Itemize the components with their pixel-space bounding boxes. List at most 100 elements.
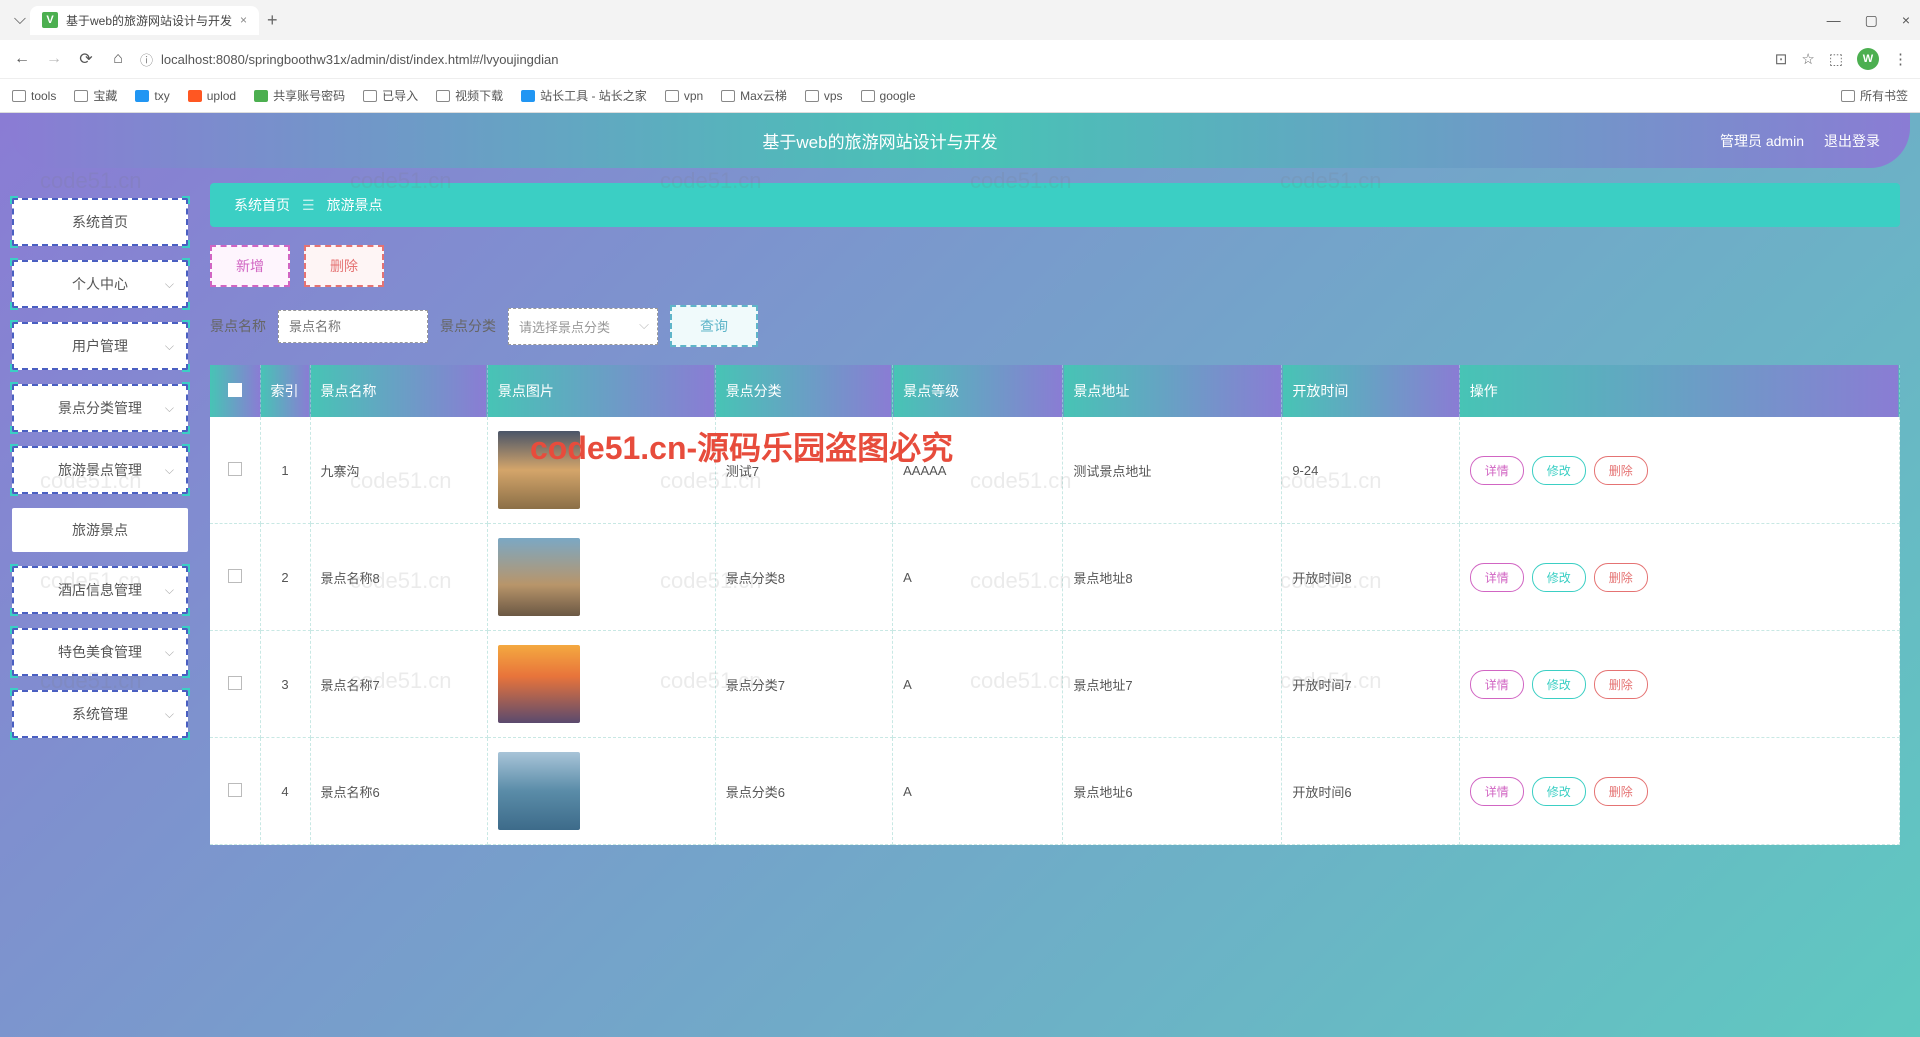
modify-button[interactable]: 修改 <box>1532 456 1586 485</box>
sidebar-item-4[interactable]: 旅游景点管理 <box>12 446 188 494</box>
row-checkbox[interactable] <box>228 462 242 476</box>
bookmark-vps[interactable]: vps <box>805 89 843 103</box>
thumbnail-image[interactable] <box>498 645 580 723</box>
bookmark-max[interactable]: Max云梯 <box>721 87 787 104</box>
home-icon[interactable]: ⌂ <box>108 50 128 68</box>
row-delete-button[interactable]: 删除 <box>1594 563 1648 592</box>
action-bar: 新增 删除 <box>210 245 1900 287</box>
checkbox-icon[interactable] <box>228 383 242 397</box>
cell-category: 测试7 <box>715 417 892 524</box>
app-title: 基于web的旅游网站设计与开发 <box>40 128 1720 153</box>
col-image: 景点图片 <box>487 365 715 417</box>
user-info: 管理员 admin <box>1720 131 1804 151</box>
breadcrumb-home[interactable]: 系统首页 <box>234 195 290 215</box>
table-row: 2景点名称8景点分类8A景点地址8开放时间8详情修改删除 <box>210 524 1900 631</box>
sidebar-item-1[interactable]: 个人中心 <box>12 260 188 308</box>
bookmark-google[interactable]: google <box>861 89 916 103</box>
logout-button[interactable]: 退出登录 <box>1824 131 1880 151</box>
col-time: 开放时间 <box>1282 365 1459 417</box>
bookmark-uplod[interactable]: uplod <box>188 89 236 103</box>
cell-image <box>487 524 715 631</box>
name-filter-input[interactable] <box>278 310 428 343</box>
bookmark-seo[interactable]: 站长工具 - 站长之家 <box>521 87 647 104</box>
forward-icon[interactable]: → <box>44 50 64 68</box>
close-window-icon[interactable]: × <box>1902 12 1910 29</box>
cell-index: 1 <box>260 417 310 524</box>
bookmark-tools[interactable]: tools <box>12 89 56 103</box>
all-bookmarks[interactable]: 所有书签 <box>1841 87 1908 104</box>
filter-bar: 景点名称 景点分类 请选择景点分类 查询 <box>210 305 1900 347</box>
cell-name: 景点名称8 <box>310 524 487 631</box>
category-filter-label: 景点分类 <box>440 316 496 336</box>
bookmark-star-icon[interactable]: ☆ <box>1801 50 1814 68</box>
cell-address: 景点地址7 <box>1063 631 1282 738</box>
url-input[interactable]: ⓘ localhost:8080/springboothw31x/admin/d… <box>140 50 1763 69</box>
sidebar-item-6[interactable]: 酒店信息管理 <box>12 566 188 614</box>
cell-image <box>487 417 715 524</box>
browser-tab[interactable]: V 基于web的旅游网站设计与开发 × <box>30 6 259 35</box>
query-button[interactable]: 查询 <box>670 305 758 347</box>
bookmark-video[interactable]: 视频下载 <box>436 87 503 104</box>
browser-chrome: ⌵ V 基于web的旅游网站设计与开发 × + — ▢ × ← → ⟳ ⌂ ⓘ … <box>0 0 1920 113</box>
sidebar-item-2[interactable]: 用户管理 <box>12 322 188 370</box>
cell-image <box>487 738 715 845</box>
category-filter-select[interactable]: 请选择景点分类 <box>508 308 658 345</box>
cell-time: 开放时间6 <box>1282 738 1459 845</box>
col-grade: 景点等级 <box>893 365 1063 417</box>
col-category: 景点分类 <box>715 365 892 417</box>
add-button[interactable]: 新增 <box>210 245 290 287</box>
thumbnail-image[interactable] <box>498 752 580 830</box>
back-icon[interactable]: ← <box>12 50 32 68</box>
bookmark-share[interactable]: 共享账号密码 <box>254 87 345 104</box>
row-checkbox[interactable] <box>228 569 242 583</box>
bookmark-import[interactable]: 已导入 <box>363 87 418 104</box>
tab-favicon-icon: V <box>42 12 58 28</box>
tab-dropdown-icon[interactable]: ⌵ <box>10 11 30 29</box>
bookmark-vpn[interactable]: vpn <box>665 89 703 103</box>
detail-button[interactable]: 详情 <box>1470 670 1524 699</box>
url-text: localhost:8080/springboothw31x/admin/dis… <box>161 52 558 67</box>
thumbnail-image[interactable] <box>498 431 580 509</box>
modify-button[interactable]: 修改 <box>1532 563 1586 592</box>
row-checkbox[interactable] <box>228 676 242 690</box>
detail-button[interactable]: 详情 <box>1470 563 1524 592</box>
sidebar-item-3[interactable]: 景点分类管理 <box>12 384 188 432</box>
sidebar: 系统首页个人中心用户管理景点分类管理旅游景点管理旅游景点酒店信息管理特色美食管理… <box>0 183 200 1037</box>
detail-button[interactable]: 详情 <box>1470 777 1524 806</box>
menu-icon[interactable]: ⋮ <box>1893 50 1908 68</box>
bookmark-baozang[interactable]: 宝藏 <box>74 87 117 104</box>
extensions-icon[interactable]: ⬚ <box>1829 50 1843 68</box>
modify-button[interactable]: 修改 <box>1532 670 1586 699</box>
sidebar-item-0[interactable]: 系统首页 <box>12 198 188 246</box>
row-delete-button[interactable]: 删除 <box>1594 456 1648 485</box>
breadcrumb-current: 旅游景点 <box>327 195 383 215</box>
cell-name: 景点名称7 <box>310 631 487 738</box>
modify-button[interactable]: 修改 <box>1532 777 1586 806</box>
sidebar-item-5[interactable]: 旅游景点 <box>12 508 188 552</box>
detail-button[interactable]: 详情 <box>1470 456 1524 485</box>
sidebar-item-8[interactable]: 系统管理 <box>12 690 188 738</box>
new-tab-button[interactable]: + <box>267 10 278 31</box>
delete-button[interactable]: 删除 <box>304 245 384 287</box>
lens-icon[interactable]: ⊡ <box>1775 50 1788 68</box>
close-tab-icon[interactable]: × <box>240 13 247 27</box>
row-delete-button[interactable]: 删除 <box>1594 777 1648 806</box>
select-all-header[interactable] <box>210 365 260 417</box>
site-info-icon[interactable]: ⓘ <box>140 50 153 69</box>
cell-grade: AAAAA <box>893 417 1063 524</box>
reload-icon[interactable]: ⟳ <box>76 49 96 69</box>
cell-ops: 详情修改删除 <box>1459 738 1899 845</box>
row-delete-button[interactable]: 删除 <box>1594 670 1648 699</box>
sidebar-item-7[interactable]: 特色美食管理 <box>12 628 188 676</box>
profile-avatar[interactable]: W <box>1857 48 1879 70</box>
app-container: code51.cn code51.cn code51.cn code51.cn … <box>0 113 1920 1037</box>
minimize-icon[interactable]: — <box>1827 12 1841 29</box>
app-header: 基于web的旅游网站设计与开发 管理员 admin 退出登录 <box>10 113 1910 168</box>
row-checkbox[interactable] <box>228 783 242 797</box>
thumbnail-image[interactable] <box>498 538 580 616</box>
maximize-icon[interactable]: ▢ <box>1865 12 1878 29</box>
main-content: 系统首页 ☰ 旅游景点 新增 删除 景点名称 景点分类 请选择景点分类 查询 <box>200 183 1920 1037</box>
cell-index: 4 <box>260 738 310 845</box>
table-row: 1九寨沟测试7AAAAA测试景点地址9-24详情修改删除 <box>210 417 1900 524</box>
bookmark-txy[interactable]: txy <box>135 89 169 103</box>
